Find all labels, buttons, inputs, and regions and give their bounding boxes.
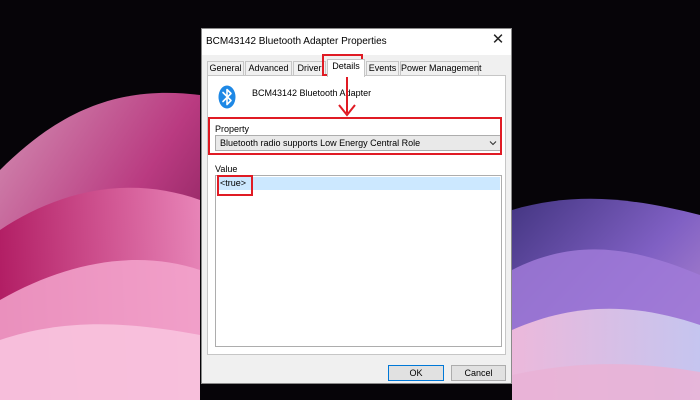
tab-driver[interactable]: Driver <box>293 61 326 76</box>
ok-button[interactable]: OK <box>388 365 444 381</box>
tab-power-management[interactable]: Power Management <box>400 61 482 76</box>
tab-events[interactable]: Events <box>366 61 399 76</box>
close-icon: ✕ <box>491 31 505 48</box>
close-button[interactable]: ✕ <box>485 29 511 53</box>
cancel-button[interactable]: Cancel <box>451 365 506 381</box>
chevron-down-icon <box>489 141 497 146</box>
tab-general[interactable]: General <box>207 61 244 76</box>
property-dropdown-value: Bluetooth radio supports Low Energy Cent… <box>220 138 421 148</box>
value-label: Value <box>215 164 238 174</box>
title-bar[interactable]: BCM43142 Bluetooth Adapter Properties ✕ <box>202 29 511 55</box>
property-label: Property <box>215 124 250 134</box>
tab-details[interactable]: Details <box>327 59 365 77</box>
list-item[interactable]: <true> <box>217 177 500 190</box>
value-item-text: <true> <box>220 178 247 188</box>
value-list[interactable]: <true> <box>215 175 502 347</box>
dialog-title: BCM43142 Bluetooth Adapter Properties <box>206 36 387 47</box>
annotation-arrow <box>338 76 356 117</box>
bluetooth-icon <box>218 85 236 109</box>
property-dropdown[interactable]: Bluetooth radio supports Low Energy Cent… <box>215 135 502 151</box>
tab-advanced[interactable]: Advanced <box>245 61 292 76</box>
